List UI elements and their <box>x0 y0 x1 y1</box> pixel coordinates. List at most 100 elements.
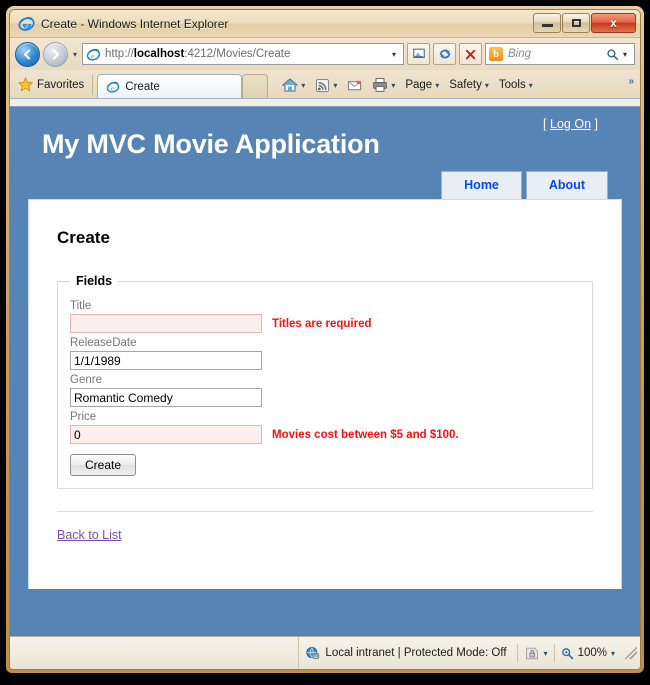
chevron-down-icon[interactable]: ▾ <box>529 81 533 90</box>
svg-text:e: e <box>111 85 114 92</box>
field-row-releasedate <box>70 351 580 370</box>
tab-bar: Favorites e Create ▾ ▾ ▾ Page ▾ Safety ▾… <box>10 70 640 99</box>
create-button[interactable]: Create <box>70 454 137 476</box>
security-zone[interactable]: Local intranet | Protected Mode: Off <box>299 646 516 661</box>
svg-text:e: e <box>25 23 28 30</box>
close-button[interactable]: x <box>591 13 636 33</box>
restore-button[interactable] <box>562 13 590 33</box>
tools-menu[interactable]: Tools ▾ <box>495 78 537 92</box>
print-button[interactable]: ▾ <box>368 76 399 94</box>
field-row-genre <box>70 388 580 407</box>
nav-item-home[interactable]: Home <box>441 171 522 199</box>
history-dropdown-button[interactable]: ▾ <box>71 50 79 59</box>
print-icon <box>373 78 388 92</box>
chevron-down-icon[interactable]: ▾ <box>435 81 439 90</box>
zoom-level-label: 100% <box>577 647 607 659</box>
new-tab-button[interactable] <box>242 74 269 98</box>
price-input[interactable] <box>70 425 262 444</box>
favorites-button[interactable]: Favorites <box>14 73 92 96</box>
chevron-down-icon[interactable]: ▾ <box>391 81 395 90</box>
address-url: http://localhost:4212/Movies/Create <box>105 48 388 60</box>
logon-open-bracket: [ <box>543 117 547 131</box>
refresh-icon <box>439 49 450 59</box>
submit-area: Create <box>70 454 580 476</box>
back-arrow-icon <box>24 48 31 60</box>
site-title: My MVC Movie Application <box>42 129 380 159</box>
zoom-control[interactable]: 100% ▾ <box>555 647 621 660</box>
privacy-report-button[interactable]: ▾ <box>518 646 554 661</box>
browser-window-inner: e Create - Windows Internet Explorer x ▾… <box>9 9 641 670</box>
releasedate-input[interactable] <box>70 351 262 370</box>
page-menu[interactable]: Page ▾ <box>401 78 443 92</box>
page-menu-label: Page <box>405 79 433 91</box>
fields-fieldset: Fields Title Titles are required Release… <box>57 274 593 489</box>
window-controls: x <box>533 13 636 33</box>
minimize-button[interactable] <box>533 13 561 33</box>
nav-item-about[interactable]: About <box>525 171 608 199</box>
site-header: [ Log On ] My MVC Movie Application Home… <box>28 107 622 199</box>
chevron-down-icon[interactable]: ▾ <box>544 649 548 658</box>
mail-icon <box>348 80 362 90</box>
feeds-button[interactable]: ▾ <box>311 77 341 94</box>
title-validation-message: Titles are required <box>272 317 372 330</box>
home-icon <box>282 78 299 92</box>
search-icon[interactable] <box>606 48 619 61</box>
content-panel: Create Fields Title Titles are required … <box>28 199 622 589</box>
chevron-down-icon[interactable]: ▾ <box>611 649 615 658</box>
chevron-down-icon[interactable]: ▾ <box>485 81 489 90</box>
back-to-list-link[interactable]: Back to List <box>57 528 122 542</box>
genre-input[interactable] <box>70 388 262 407</box>
page-title: Create <box>57 228 110 247</box>
status-message-cell <box>10 637 300 669</box>
favorites-label: Favorites <box>37 78 85 91</box>
label-releasedate: ReleaseDate <box>70 337 137 349</box>
back-button[interactable] <box>15 41 40 67</box>
logon-link[interactable]: Log On <box>550 117 591 131</box>
rss-feed-icon <box>316 78 330 92</box>
web-page: [ Log On ] My MVC Movie Application Home… <box>10 107 640 636</box>
ie-logo-icon: e <box>18 17 35 31</box>
price-validation-message: Movies cost between $5 and $100. <box>272 428 459 441</box>
close-icon <box>465 49 476 59</box>
field-row-title: Titles are required <box>70 314 580 333</box>
chevron-down-icon[interactable]: ▾ <box>333 81 337 90</box>
command-bar: ▾ ▾ ▾ Page ▾ Safety ▾ Tools ▾ <box>278 76 536 94</box>
fieldset-legend: Fields <box>76 274 113 288</box>
search-box[interactable]: b Bing ▾ <box>485 43 635 65</box>
chevron-down-icon[interactable]: ▾ <box>301 81 305 90</box>
toolbar-divider <box>92 75 94 95</box>
safety-menu[interactable]: Safety ▾ <box>445 78 493 92</box>
refresh-button[interactable] <box>433 43 456 65</box>
status-bar: Local intranet | Protected Mode: Off ▾ 1… <box>10 636 640 669</box>
title-input[interactable] <box>70 314 262 333</box>
stop-button[interactable] <box>459 43 482 65</box>
search-dropdown-button[interactable]: ▾ <box>619 50 631 59</box>
field-row-price: Movies cost between $5 and $100. <box>70 425 580 444</box>
ie-logo-icon: e <box>86 48 101 61</box>
url-path: :4212/Movies/Create <box>184 48 291 60</box>
compatibility-view-icon <box>412 48 425 59</box>
url-host: localhost <box>133 48 185 60</box>
browser-window: e Create - Windows Internet Explorer x ▾… <box>6 6 644 673</box>
resize-grip[interactable] <box>625 647 637 659</box>
label-title: Title <box>70 300 92 312</box>
mail-button[interactable] <box>343 77 366 94</box>
logon-close-bracket: ] <box>594 117 598 131</box>
title-bar[interactable]: e Create - Windows Internet Explorer x <box>10 10 640 38</box>
privacy-report-icon <box>525 647 538 659</box>
browser-tab-create[interactable]: e Create <box>97 74 243 98</box>
compatibility-view-button[interactable] <box>407 43 430 65</box>
label-price: Price <box>70 411 97 423</box>
safety-menu-label: Safety <box>449 79 482 91</box>
magnifier-icon <box>561 647 573 659</box>
search-input[interactable]: Bing <box>508 48 606 60</box>
svg-text:e: e <box>91 52 94 60</box>
bing-icon: b <box>489 47 503 61</box>
toolbar-overflow-button[interactable]: » <box>628 76 634 87</box>
address-bar[interactable]: e http://localhost:4212/Movies/Create ▾ <box>82 43 404 65</box>
address-dropdown-button[interactable]: ▾ <box>388 50 400 59</box>
content-divider <box>57 511 593 512</box>
home-button[interactable]: ▾ <box>278 76 309 94</box>
forward-arrow-icon <box>52 48 59 60</box>
forward-button[interactable] <box>43 41 68 67</box>
